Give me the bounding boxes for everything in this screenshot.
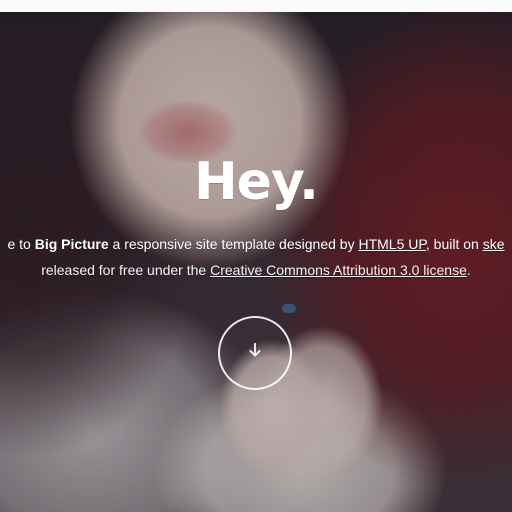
scroll-down-button[interactable] bbox=[218, 316, 292, 390]
intro-after-author: , built on bbox=[425, 236, 483, 252]
license-link[interactable]: Creative Commons Attribution 3.0 license bbox=[210, 262, 467, 278]
hero-intro-line: e to Big Picture a responsive site templ… bbox=[0, 236, 512, 252]
html5-up-link[interactable]: HTML5 UP bbox=[358, 236, 425, 252]
license-suffix: . bbox=[466, 262, 471, 278]
intro-prefix: e to bbox=[7, 236, 35, 252]
hero-section: Hey. e to Big Picture a responsive site … bbox=[0, 12, 512, 512]
ske-link[interactable]: ske bbox=[483, 236, 505, 252]
arrow-down-icon bbox=[244, 340, 266, 366]
hero-headline: Hey. bbox=[194, 152, 319, 212]
hero-license-line: released for free under the Creative Com… bbox=[0, 262, 512, 278]
page: Hey. e to Big Picture a responsive site … bbox=[0, 0, 512, 512]
intro-middle: a responsive site template designed by bbox=[108, 236, 359, 252]
brand-name: Big Picture bbox=[34, 236, 109, 252]
license-prefix: released for free under the bbox=[41, 262, 211, 278]
hero-content: Hey. e to Big Picture a responsive site … bbox=[0, 152, 512, 292]
